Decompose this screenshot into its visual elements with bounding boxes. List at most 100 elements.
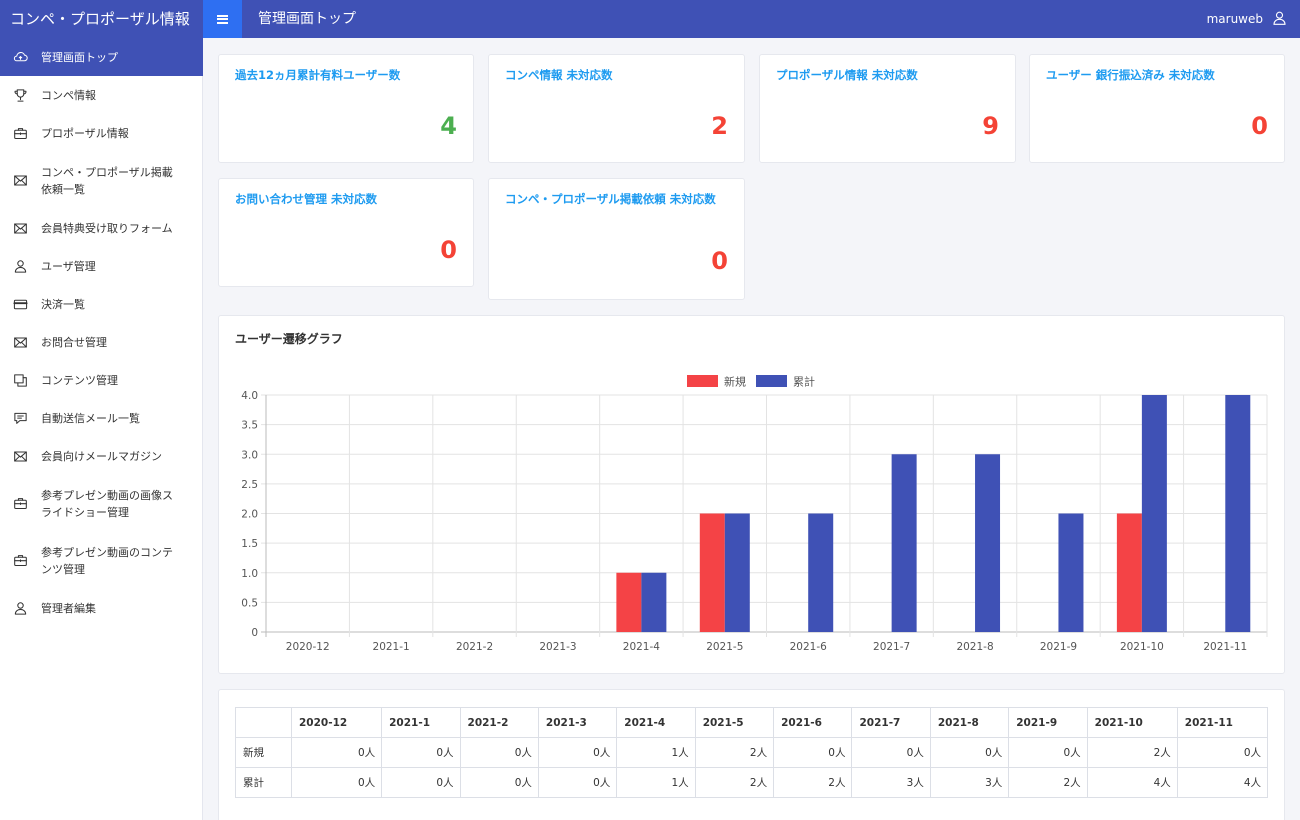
- y-tick-label: 4.0: [241, 390, 258, 402]
- user-menu[interactable]: maruweb: [1207, 0, 1286, 38]
- stat-card-value: 0: [1251, 112, 1268, 140]
- bar-cumulative: [1141, 395, 1167, 632]
- stat-card-value: 4: [440, 112, 457, 140]
- username[interactable]: maruweb: [1207, 12, 1263, 26]
- sidebar-item-label: ユーザ管理: [41, 259, 96, 273]
- table-cell: 0人: [929, 737, 1010, 768]
- credit-card-icon: [12, 296, 28, 312]
- briefcase-icon: [12, 125, 28, 141]
- page-title: 管理画面トップ: [258, 11, 356, 27]
- stat-card[interactable]: お問い合わせ管理 未対応数 0: [218, 178, 474, 287]
- stat-card-value: 9: [982, 112, 999, 140]
- table-cell: 0人: [381, 767, 461, 798]
- table-cell: 4人: [1086, 767, 1178, 798]
- stat-card-title: プロポーザル情報 未対応数: [776, 68, 918, 82]
- table-cell: 0人: [459, 767, 539, 798]
- sidebar-item-label: 管理画面トップ: [41, 50, 118, 64]
- sidebar-item-label: 参考プレゼン動画の画像スライドショー管理: [41, 488, 173, 519]
- table-column-header: 2021-3: [537, 707, 618, 738]
- table-column-header: 2021-5: [694, 707, 775, 738]
- table-column-header: 2020-12: [290, 707, 383, 738]
- sidebar: 管理画面トップ コンペ情報プロポーザル情報コンペ・プロポーザル掲載依頼一覧会員特典…: [0, 38, 203, 820]
- x-tick-label: 2021-7: [873, 641, 910, 653]
- cloud-icon: [12, 49, 28, 65]
- user-icon[interactable]: [1273, 11, 1286, 28]
- table-column-header: 2021-2: [459, 707, 539, 738]
- table-cell: 1人: [616, 737, 696, 768]
- table-column-header: 2021-9: [1008, 707, 1088, 738]
- table-cell: 0人: [381, 737, 461, 768]
- sidebar-item-label: 決済一覧: [41, 297, 85, 311]
- table-cell: 3人: [929, 767, 1010, 798]
- x-tick-label: 2021-8: [956, 641, 993, 653]
- table-column-header: 2021-6: [773, 707, 853, 738]
- sidebar-item-4[interactable]: コンペ・プロポーザル掲載依頼一覧: [0, 152, 203, 209]
- y-tick-label: 1.5: [241, 538, 258, 550]
- menu-toggle-button[interactable]: [203, 0, 242, 38]
- sidebar-item-3[interactable]: プロポーザル情報: [0, 114, 203, 152]
- table-cell: 0人: [1008, 737, 1088, 768]
- bar-cumulative: [1225, 395, 1251, 632]
- sidebar-item-label: コンペ・プロポーザル掲載依頼一覧: [41, 165, 173, 196]
- table-row: 新規 0人 0人 0人 0人 1人 2人 0人 0人 0人 0人 2人 0人: [235, 737, 1269, 768]
- x-tick-label: 2021-1: [373, 641, 410, 653]
- stat-card-value: 2: [711, 112, 728, 140]
- envelope-icon: [12, 448, 28, 464]
- sidebar-item-7[interactable]: 決済一覧: [0, 285, 203, 323]
- user-stats-table: 2020-12 2021-1 2021-2 2021-3 2021-4 2021-5 202…: [235, 707, 1269, 798]
- table-cell: 0人: [290, 737, 383, 768]
- copy-icon: [12, 372, 28, 388]
- x-tick-label: 2021-9: [1040, 641, 1077, 653]
- table-cell: 0人: [537, 767, 618, 798]
- sidebar-item-1[interactable]: 管理画面トップ: [0, 38, 203, 76]
- x-tick-label: 2021-11: [1203, 641, 1247, 653]
- sidebar-item-2[interactable]: コンペ情報: [0, 76, 203, 114]
- stat-card[interactable]: コンペ・プロポーザル掲載依頼 未対応数 0: [488, 178, 745, 300]
- bar-cumulative: [641, 572, 667, 632]
- y-tick-label: 3.0: [241, 449, 258, 461]
- table-row-label: 累計: [235, 767, 292, 798]
- stat-card[interactable]: ユーザー 銀行振込済み 未対応数 0: [1029, 54, 1285, 163]
- envelope-icon: [12, 220, 28, 236]
- user-icon: [12, 258, 28, 274]
- y-tick-label: 2.5: [241, 479, 258, 491]
- table-column-header: 2021-8: [929, 707, 1010, 738]
- sidebar-item-11[interactable]: 会員向けメールマガジン: [0, 437, 203, 475]
- table-column-header: 2021-11: [1176, 707, 1269, 738]
- stat-card[interactable]: コンペ情報 未対応数 2: [488, 54, 745, 163]
- trophy-icon: [12, 87, 28, 103]
- sidebar-item-9[interactable]: コンテンツ管理: [0, 361, 203, 399]
- sidebar-item-12[interactable]: 参考プレゼン動画の画像スライドショー管理: [0, 475, 203, 532]
- table-corner-cell: [235, 707, 292, 738]
- bar-new: [1116, 513, 1142, 632]
- x-tick-label: 2021-2: [456, 641, 493, 653]
- table-cell: 0人: [1176, 737, 1269, 768]
- top-bar: コンペ・プロポーザル情報 管理画面トップ maruweb: [0, 0, 1300, 38]
- table-row-label: 新規: [235, 737, 292, 768]
- sidebar-item-13[interactable]: 参考プレゼン動画のコンテンツ管理: [0, 532, 203, 589]
- stat-card[interactable]: 過去12ヵ月累計有料ユーザー数 4: [218, 54, 474, 163]
- sidebar-item-label: コンペ情報: [41, 88, 96, 102]
- sidebar-item-10[interactable]: 自動送信メール一覧: [0, 399, 203, 437]
- table-cell: 2人: [1086, 737, 1178, 768]
- stat-card-title: コンペ・プロポーザル掲載依頼 未対応数: [505, 192, 716, 206]
- sidebar-item-5[interactable]: 会員特典受け取りフォーム: [0, 209, 203, 247]
- y-tick-label: 0: [251, 627, 258, 639]
- bar-cumulative: [1058, 513, 1084, 632]
- user-transition-chart: 新規 累計 0 0.5 1.0 1.5 2.0 2.5 3.0 3.5 4.0 2020-12 2021…: [241, 375, 1268, 653]
- legend-label: 新規: [724, 375, 746, 389]
- stat-card-value: 0: [711, 247, 728, 275]
- sidebar-item-14[interactable]: 管理者編集: [0, 589, 203, 627]
- stat-card-title: コンペ情報 未対応数: [505, 68, 613, 82]
- chat-icon: [12, 410, 28, 426]
- table-column-header: 2021-4: [616, 707, 696, 738]
- sidebar-item-8[interactable]: お問合せ管理: [0, 323, 203, 361]
- app-title[interactable]: コンペ・プロポーザル情報: [0, 0, 203, 38]
- briefcase-icon: [12, 496, 28, 512]
- table-cell: 4人: [1176, 767, 1269, 798]
- sidebar-item-6[interactable]: ユーザ管理: [0, 247, 203, 285]
- sidebar-item-label: 管理者編集: [41, 601, 96, 615]
- sidebar-item-label: お問合せ管理: [41, 335, 107, 349]
- stat-card[interactable]: プロポーザル情報 未対応数 9: [759, 54, 1016, 163]
- sidebar-item-label: 参考プレゼン動画のコンテンツ管理: [41, 545, 173, 576]
